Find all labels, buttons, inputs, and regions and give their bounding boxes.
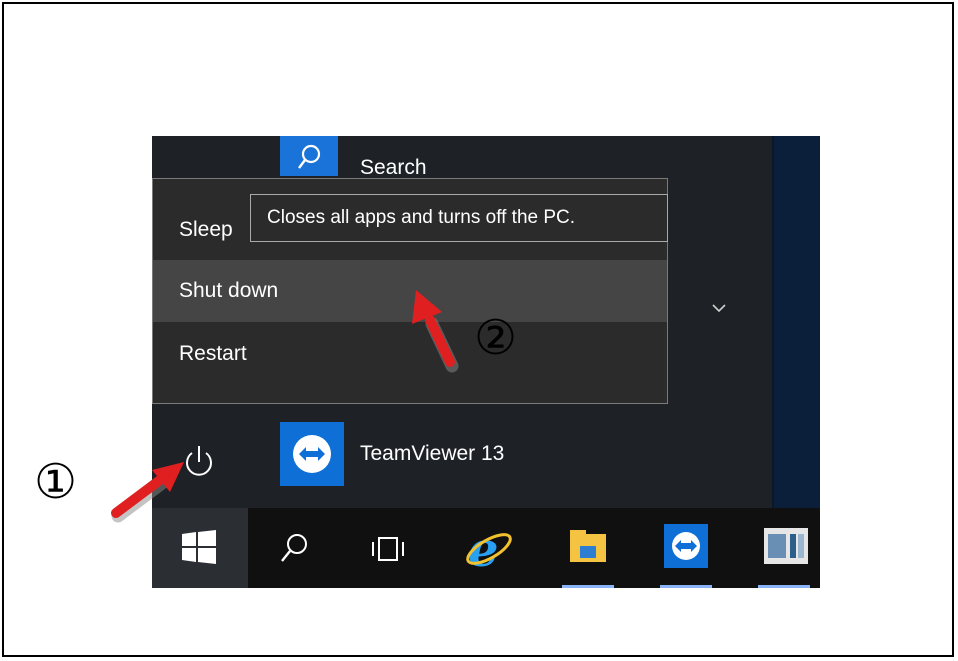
file-explorer-icon[interactable] bbox=[568, 526, 608, 566]
shutdown-tooltip: Closes all apps and turns off the PC. bbox=[250, 194, 668, 242]
teamviewer-label[interactable]: TeamViewer 13 bbox=[360, 442, 504, 466]
chevron-down-icon[interactable] bbox=[710, 302, 728, 314]
search-tile[interactable] bbox=[280, 136, 338, 176]
teamviewer-icon bbox=[293, 435, 331, 473]
search-label[interactable]: Search bbox=[360, 156, 427, 180]
search-icon[interactable] bbox=[280, 532, 310, 564]
arrow-step-1 bbox=[111, 462, 184, 523]
app-icon[interactable] bbox=[764, 528, 808, 564]
teamviewer-icon[interactable] bbox=[664, 524, 708, 568]
app-active-indicator bbox=[758, 585, 810, 588]
taskbar: e bbox=[152, 508, 820, 588]
search-icon bbox=[298, 144, 321, 169]
arrow-step-2 bbox=[412, 290, 459, 373]
windows-start-icon bbox=[182, 530, 216, 564]
internet-explorer-icon[interactable]: e bbox=[462, 522, 516, 576]
task-view-icon[interactable] bbox=[370, 534, 406, 564]
teamviewer-active-indicator bbox=[660, 585, 712, 588]
file-explorer-active-indicator bbox=[562, 585, 614, 588]
callout-step-2: ② bbox=[474, 310, 518, 366]
start-tiles-pane bbox=[772, 136, 820, 508]
teamviewer-tile[interactable] bbox=[280, 422, 344, 486]
callout-step-1: ① bbox=[34, 454, 78, 510]
